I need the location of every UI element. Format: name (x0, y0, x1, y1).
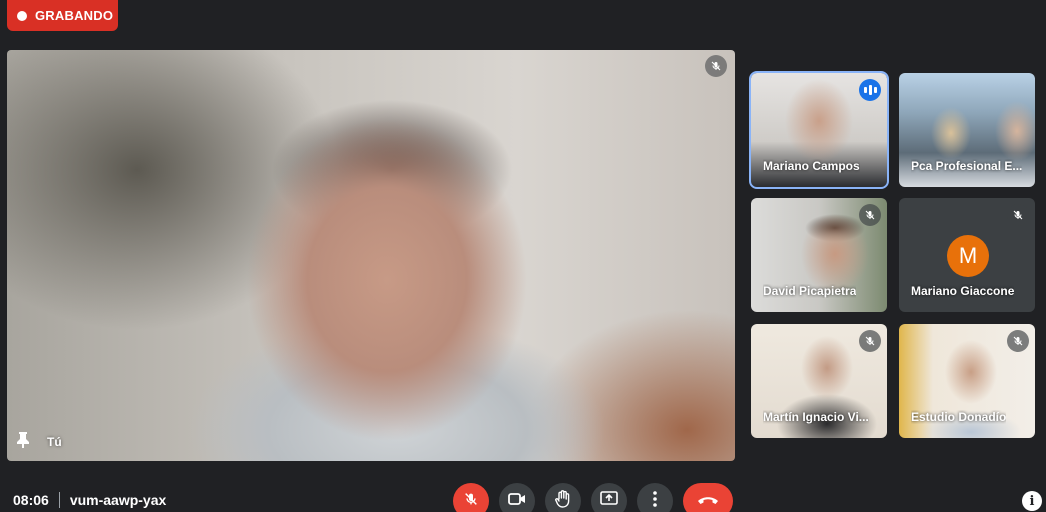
pin-icon[interactable] (17, 432, 29, 451)
participant-tile[interactable]: Mariano Campos (749, 71, 889, 189)
camera-toggle-button[interactable] (499, 483, 535, 512)
present-screen-button[interactable] (591, 483, 627, 512)
participant-name: Pca Profesional E... (911, 159, 1023, 173)
avatar: M (947, 235, 989, 277)
recording-dot-icon (17, 10, 27, 21)
participant-tile[interactable]: Pca Profesional E... (899, 73, 1035, 187)
participant-tile[interactable]: M Mariano Giaccone (899, 198, 1035, 312)
participant-tile[interactable]: David Picapietra (751, 198, 887, 312)
bottom-toolbar: 08:06 vum-aawp-yax i (0, 474, 1046, 512)
hand-icon (555, 489, 571, 512)
mic-off-icon (859, 204, 881, 226)
main-video[interactable]: Tú (7, 50, 735, 461)
raise-hand-button[interactable] (545, 483, 581, 512)
mic-off-icon (1007, 204, 1029, 226)
divider (58, 492, 60, 508)
mic-off-icon (859, 330, 881, 352)
hangup-icon (697, 492, 719, 510)
recording-badge: GRABANDO (7, 0, 118, 31)
participant-tile[interactable]: Estudio Donadío (899, 324, 1035, 438)
mic-off-icon (463, 491, 479, 512)
more-options-button[interactable] (637, 483, 673, 512)
present-screen-icon (600, 490, 618, 512)
participant-name: Mariano Giaccone (911, 284, 1015, 298)
more-options-icon (653, 490, 657, 512)
mic-off-icon (705, 55, 727, 77)
meeting-info: 08:06 vum-aawp-yax (13, 492, 166, 508)
meeting-time: 08:06 (13, 492, 49, 508)
participant-tile[interactable]: Martín Ignacio Vi... (751, 324, 887, 438)
meeting-details-button[interactable]: i (1022, 491, 1042, 511)
leave-call-button[interactable] (683, 483, 733, 512)
participant-name: David Picapietra (763, 284, 857, 298)
camera-icon (508, 492, 526, 511)
self-participant-label: Tú (47, 434, 62, 449)
microphone-toggle-button[interactable] (453, 483, 489, 512)
meeting-code[interactable]: vum-aawp-yax (70, 492, 166, 508)
recording-label: GRABANDO (35, 8, 114, 23)
speaking-indicator-icon (859, 79, 881, 101)
participant-name: Mariano Campos (763, 159, 860, 173)
participant-name: Martín Ignacio Vi... (763, 410, 869, 424)
mic-off-icon (1007, 330, 1029, 352)
participant-name: Estudio Donadío (911, 410, 1007, 424)
